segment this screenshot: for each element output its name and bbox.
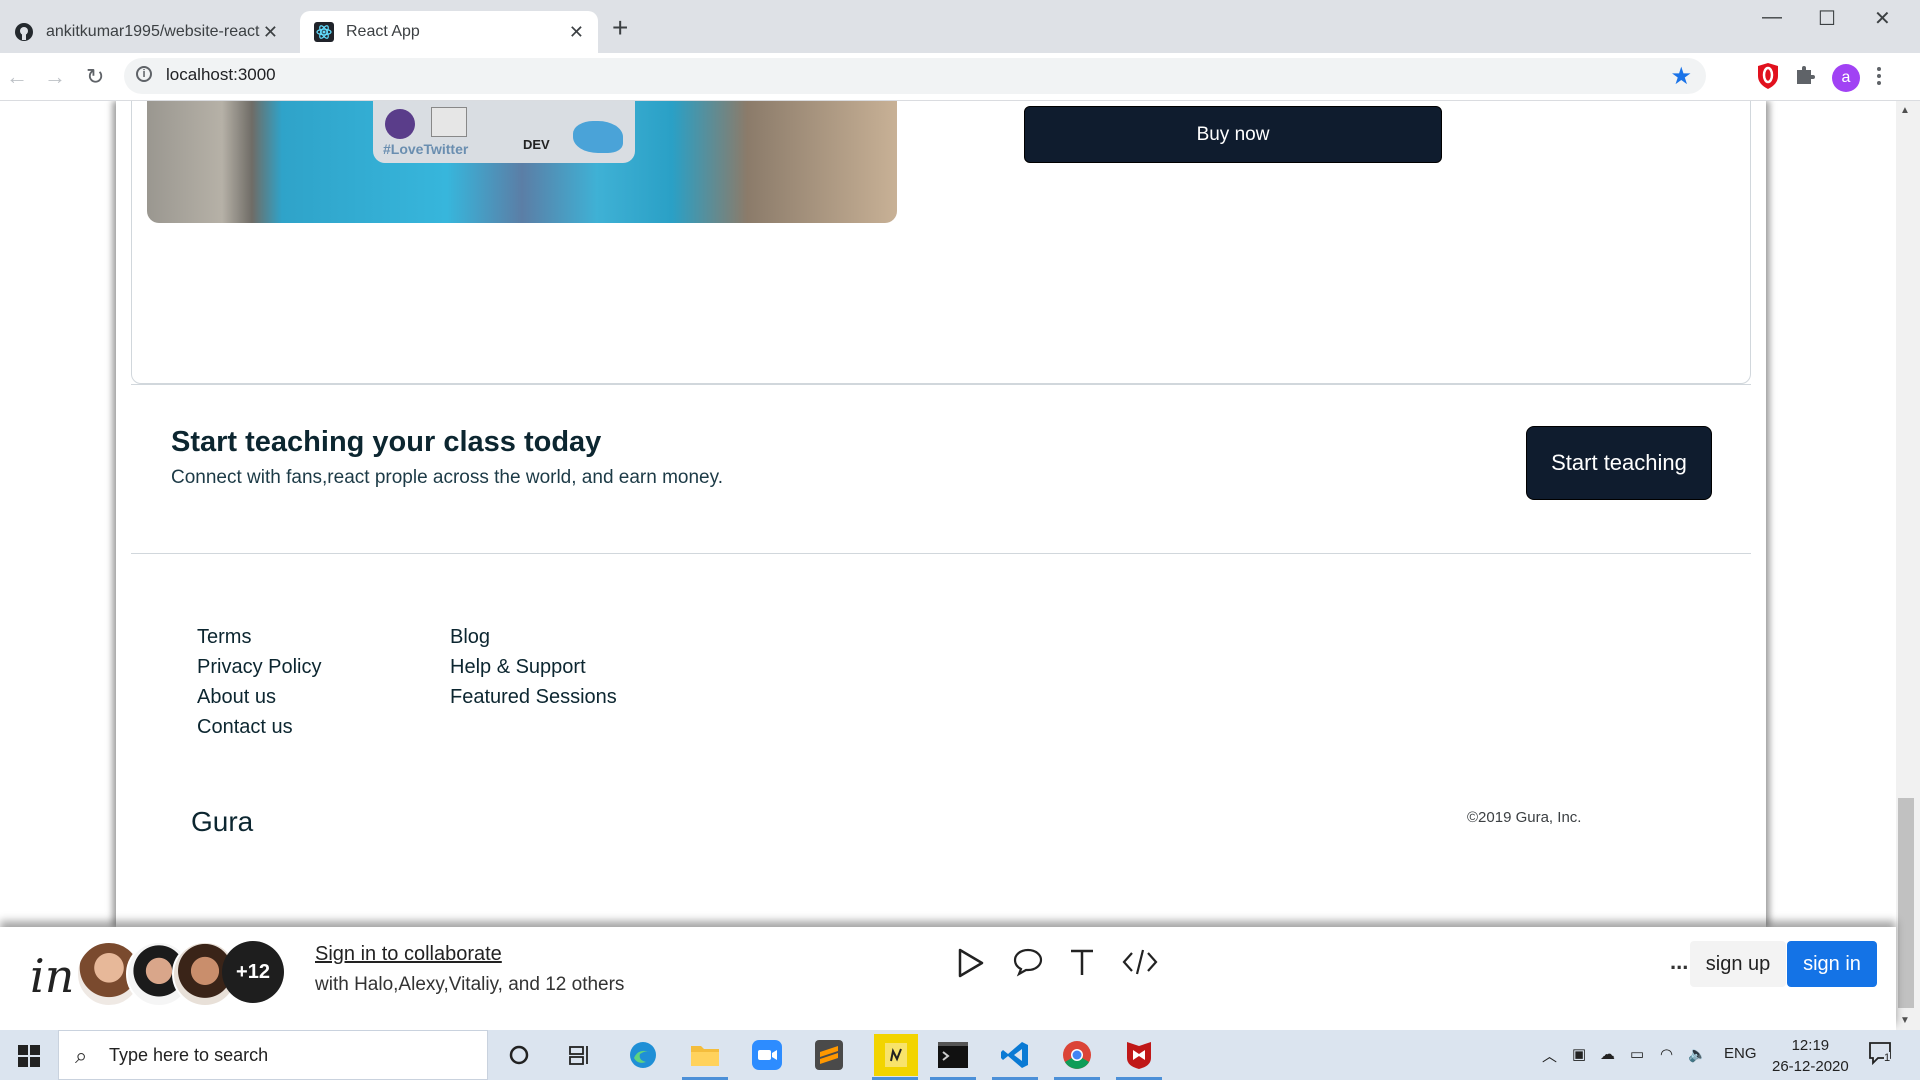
- divider: [131, 553, 1751, 554]
- footer-link-blog[interactable]: Blog: [450, 622, 617, 652]
- mcafee-icon[interactable]: [1122, 1038, 1156, 1072]
- chrome-icon[interactable]: [1060, 1038, 1094, 1072]
- task-view-icon[interactable]: [563, 1038, 597, 1072]
- extensions-puzzle-icon[interactable]: [1794, 64, 1816, 91]
- back-icon[interactable]: ←: [6, 64, 28, 90]
- play-icon[interactable]: [956, 947, 986, 987]
- tab-label: React App: [346, 23, 420, 40]
- taskbar-search-input[interactable]: ⌕ Type here to search: [58, 1030, 488, 1080]
- more-collaborators-badge[interactable]: +12: [222, 941, 284, 1003]
- more-options-icon[interactable]: ...: [1670, 949, 1688, 975]
- windows-start-icon[interactable]: [18, 1045, 40, 1072]
- search-placeholder: Type here to search: [109, 1045, 269, 1065]
- browser-tab-bar: ankitkumar1995/website-react ✕ React App…: [0, 0, 1920, 53]
- minimize-icon[interactable]: —: [1762, 6, 1782, 29]
- comment-icon[interactable]: [1012, 947, 1044, 985]
- window-close-icon[interactable]: ✕: [1874, 6, 1891, 31]
- footer-link-about[interactable]: About us: [197, 682, 321, 712]
- device-icon[interactable]: ▣: [1572, 1045, 1586, 1063]
- sticky-app-icon[interactable]: [874, 1034, 918, 1076]
- edge-browser-icon[interactable]: [626, 1038, 660, 1072]
- teach-title: Start teaching your class today: [171, 426, 602, 458]
- address-bar[interactable]: i localhost:3000 ★: [124, 58, 1706, 94]
- info-icon[interactable]: i: [136, 66, 152, 82]
- tab-github[interactable]: ankitkumar1995/website-react ✕: [0, 11, 292, 53]
- scroll-down-arrow-icon[interactable]: ▼: [1900, 1015, 1910, 1026]
- clock-time: 12:19: [1791, 1037, 1830, 1054]
- footer-link-terms[interactable]: Terms: [197, 622, 321, 652]
- sublime-text-icon[interactable]: [812, 1038, 846, 1072]
- footer-link-help[interactable]: Help & Support: [450, 652, 617, 682]
- notification-count: 1: [1884, 1052, 1891, 1064]
- new-tab-icon[interactable]: +: [612, 14, 628, 42]
- collaboration-bar: in +12 Sign in to collaborate with Halo,…: [0, 927, 1896, 1030]
- sticker-text: DEV: [523, 137, 550, 152]
- terminal-icon[interactable]: [936, 1038, 970, 1072]
- file-explorer-icon[interactable]: [688, 1038, 722, 1072]
- search-icon: ⌕: [75, 1043, 88, 1068]
- volume-icon[interactable]: 🔈: [1688, 1045, 1707, 1063]
- laptop-image-element: #LoveTwitter DEV: [373, 101, 635, 163]
- copyright-text: ©2019 Gura, Inc.: [1467, 809, 1582, 826]
- profile-avatar[interactable]: a: [1832, 64, 1860, 92]
- bookmark-star-icon[interactable]: ★: [1670, 62, 1692, 91]
- sticker-image: [573, 121, 623, 153]
- collab-logo: in: [30, 949, 75, 1003]
- footer-link-privacy[interactable]: Privacy Policy: [197, 652, 321, 682]
- buy-now-button[interactable]: Buy now: [1024, 106, 1442, 163]
- teach-subtitle: Connect with fans,react prople across th…: [171, 467, 723, 488]
- code-icon[interactable]: [1122, 947, 1158, 985]
- chrome-menu-icon[interactable]: [1876, 66, 1882, 91]
- sign-in-to-collaborate-link[interactable]: Sign in to collaborate: [315, 943, 502, 966]
- show-hidden-icons-chevron-icon[interactable]: ︿: [1542, 1045, 1557, 1066]
- footer-link-contact[interactable]: Contact us: [197, 712, 321, 742]
- cortana-icon[interactable]: [502, 1038, 536, 1072]
- footer-brand-logo[interactable]: Gura: [191, 806, 253, 838]
- footer-link-featured[interactable]: Featured Sessions: [450, 682, 617, 712]
- sticker-image: [431, 107, 467, 137]
- clock-date: 26-12-2020: [1772, 1058, 1849, 1075]
- divider: [131, 384, 1751, 385]
- page-viewport: #LoveTwitter DEV Buy now Start teaching …: [0, 101, 1900, 927]
- address-url[interactable]: localhost:3000: [166, 65, 276, 85]
- sign-up-button[interactable]: sign up: [1690, 941, 1786, 987]
- sticker-image: [385, 109, 415, 139]
- maximize-icon[interactable]: ☐: [1818, 6, 1836, 31]
- reload-icon[interactable]: ↻: [86, 64, 104, 90]
- windows-taskbar: ⌕ Type here to search ︿ ▣ ☁ ▭ ◠ 🔈 ENG 12…: [0, 1030, 1920, 1080]
- react-icon: [314, 22, 334, 42]
- close-icon[interactable]: ✕: [263, 22, 278, 43]
- forward-icon[interactable]: →: [44, 64, 66, 90]
- github-icon: [14, 22, 34, 42]
- notification-center-icon[interactable]: 1: [1868, 1040, 1894, 1070]
- start-teaching-button[interactable]: Start teaching: [1526, 426, 1712, 500]
- sticker-text: #LoveTwitter: [383, 141, 469, 157]
- vscode-icon[interactable]: [998, 1038, 1032, 1072]
- scroll-up-arrow-icon[interactable]: ▲: [1900, 105, 1910, 116]
- collaborators-text: with Halo,Alexy,Vitaliy, and 12 others: [315, 974, 625, 995]
- language-indicator[interactable]: ENG: [1724, 1045, 1757, 1062]
- zoom-app-icon[interactable]: [750, 1038, 784, 1072]
- browser-toolbar: ← → ↻ i localhost:3000 ★: [0, 53, 1920, 101]
- close-icon[interactable]: ✕: [569, 22, 584, 43]
- taskbar-clock[interactable]: 12:19 26-12-2020: [1772, 1035, 1849, 1077]
- scrollbar-thumb[interactable]: [1898, 798, 1914, 1008]
- wifi-icon[interactable]: ◠: [1660, 1045, 1673, 1063]
- footer-column-1: Terms Privacy Policy About us Contact us: [197, 622, 321, 742]
- onedrive-cloud-icon[interactable]: ☁: [1600, 1045, 1615, 1063]
- tab-react-app[interactable]: React App ✕: [300, 11, 598, 53]
- page-scrollbar[interactable]: ▲ ▼: [1896, 101, 1920, 1030]
- footer-column-2: Blog Help & Support Featured Sessions: [450, 622, 617, 712]
- tab-label: ankitkumar1995/website-react: [46, 23, 260, 40]
- battery-icon[interactable]: ▭: [1630, 1045, 1644, 1063]
- sign-in-button[interactable]: sign in: [1787, 941, 1877, 987]
- opera-adblock-icon[interactable]: [1756, 62, 1780, 95]
- text-tool-icon[interactable]: [1068, 947, 1096, 985]
- course-image: #LoveTwitter DEV: [147, 101, 897, 223]
